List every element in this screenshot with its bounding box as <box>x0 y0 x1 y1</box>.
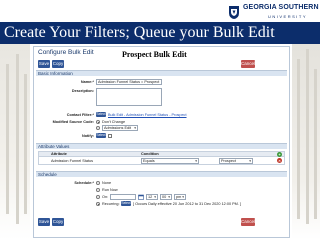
schedule-date-input[interactable] <box>110 194 136 200</box>
slide-title: Create Your Filters; Queue your Bulk Edi… <box>4 24 275 41</box>
cancel-button[interactable]: Cancel <box>241 60 255 68</box>
row-attribute: Admission Funnel Status <box>51 159 93 163</box>
table-row: Admission Funnel Status Equals Prospect … <box>38 157 285 165</box>
schedule-run-now-radio[interactable] <box>96 188 100 192</box>
schedule-label: Schedule:* <box>74 181 94 185</box>
footer-copy-button[interactable]: Copy <box>52 218 64 226</box>
section-basic-information: Basic Information <box>36 70 287 76</box>
modified-source-select-radio[interactable] <box>96 126 100 130</box>
logo-subtitle: UNIVERSITY <box>268 14 308 19</box>
schedule-recurring-radio[interactable] <box>96 202 100 206</box>
schedule-ampm-select[interactable]: pm <box>174 194 186 200</box>
schedule-none-radio[interactable] <box>96 181 100 185</box>
bulk-edit-panel: Configure Bulk Edit Prospect Bulk Edit S… <box>33 46 290 238</box>
university-logo: GEORGIA SOUTHERN UNIVERSITY <box>228 3 320 23</box>
condition-select[interactable]: Equals <box>141 158 199 164</box>
remove-row-icon[interactable]: × <box>277 158 282 163</box>
modified-source-dont-change-label: Don't Change <box>102 120 126 124</box>
background-architecture-right <box>292 44 320 240</box>
notify-select-button[interactable]: Select <box>96 133 106 138</box>
name-input[interactable]: Admission Funnel Status = Prospect <box>96 79 162 85</box>
contact-filter-link[interactable]: Bulk Edit - Admission Funnel Status - Pr… <box>108 113 187 117</box>
logo-name: GEORGIA SOUTHERN <box>243 4 319 11</box>
description-label: Description: <box>71 89 94 93</box>
schedule-none-label: None <box>102 181 112 185</box>
footer-save-button[interactable]: Save <box>38 218 50 226</box>
prospect-bulk-edit-label: Prospect Bulk Edit <box>122 50 187 59</box>
description-textarea[interactable] <box>96 88 162 106</box>
modified-source-select[interactable]: Admissions Edit <box>102 125 138 131</box>
background-architecture-left <box>0 44 30 240</box>
name-label: Name:* <box>80 80 94 84</box>
modified-source-dont-change-radio[interactable] <box>96 120 100 124</box>
contact-filter-select-button[interactable]: Select <box>96 112 106 117</box>
section-attribute-values: Attribute Values <box>36 143 287 149</box>
notify-checkbox[interactable] <box>108 134 112 138</box>
modified-source-label: Modified Source Code: <box>52 120 94 124</box>
eagle-logo-icon <box>229 6 239 19</box>
contact-filter-label: Contact Filter:* <box>66 113 94 117</box>
schedule-hour-select[interactable]: 12 <box>146 194 158 200</box>
schedule-recurring-label: Recurring: <box>102 202 120 206</box>
calendar-icon[interactable] <box>138 194 144 200</box>
panel-title: Configure Bulk Edit <box>38 49 94 56</box>
schedule-run-now-label: Run Now <box>102 188 118 192</box>
copy-button[interactable]: Copy <box>52 60 64 68</box>
section-schedule: Schedule <box>36 171 287 177</box>
value-select[interactable]: Prospect <box>219 158 253 164</box>
notify-label: Notify: <box>81 134 94 138</box>
schedule-minute-select[interactable]: 00 <box>160 194 172 200</box>
recurring-select-button[interactable]: Select <box>121 201 131 206</box>
recurring-summary: [ Occurs Daily effective 20 Jun 2012 to … <box>133 202 241 206</box>
schedule-on-radio[interactable] <box>96 195 100 199</box>
schedule-on-label: On: <box>102 195 109 199</box>
footer-cancel-button[interactable]: Cancel <box>241 218 255 226</box>
save-button[interactable]: Save <box>38 60 50 68</box>
